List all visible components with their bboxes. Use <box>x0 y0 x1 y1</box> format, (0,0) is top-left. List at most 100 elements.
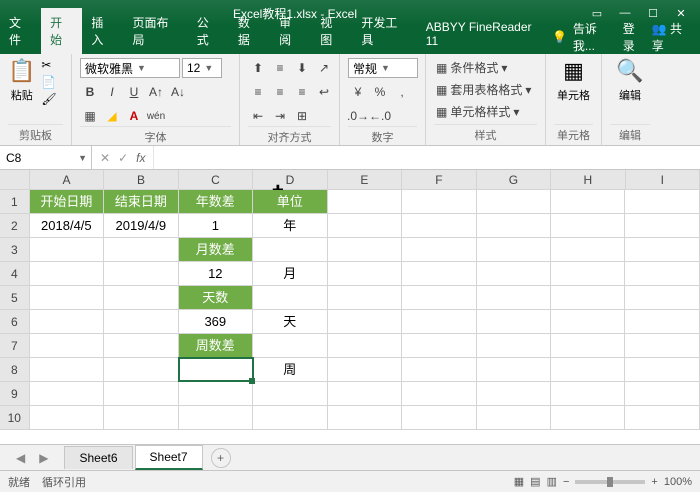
phonetic-button[interactable]: wén <box>146 106 166 126</box>
cell-c8[interactable] <box>179 358 253 381</box>
cell[interactable] <box>625 238 699 261</box>
cell[interactable] <box>402 382 476 405</box>
conditional-format-button[interactable]: ▦条件格式▾ <box>434 58 509 77</box>
cell-c6[interactable]: 369 <box>179 310 253 333</box>
cell[interactable] <box>104 310 178 333</box>
row-header[interactable]: 7 <box>0 334 30 357</box>
cell[interactable] <box>402 214 476 237</box>
increase-font-icon[interactable]: A↑ <box>146 82 166 102</box>
cell-c2[interactable]: 1 <box>179 214 253 237</box>
cell[interactable] <box>179 382 253 405</box>
row-header[interactable]: 8 <box>0 358 30 381</box>
cell[interactable] <box>328 214 402 237</box>
sheet-nav-next-icon[interactable]: ▶ <box>33 451 54 465</box>
view-break-icon[interactable]: ▥ <box>547 475 557 488</box>
cell[interactable] <box>477 214 551 237</box>
cell[interactable] <box>104 262 178 285</box>
login-link[interactable]: 登录 <box>623 20 646 54</box>
align-bottom-icon[interactable]: ⬇ <box>292 58 312 78</box>
formula-input[interactable] <box>154 146 700 169</box>
font-size-select[interactable]: 12▼ <box>182 58 222 78</box>
tell-me-text[interactable]: 告诉我... <box>573 20 617 54</box>
enter-formula-icon[interactable]: ✓ <box>118 151 128 165</box>
cells-icon[interactable]: ▦ <box>563 58 584 84</box>
zoom-out-button[interactable]: − <box>563 476 569 488</box>
cell[interactable] <box>30 382 104 405</box>
paste-icon[interactable]: 📋 <box>8 58 35 84</box>
copy-icon[interactable]: 📄 <box>41 75 56 89</box>
cell-d4[interactable]: 月 <box>253 262 327 285</box>
tab-insert[interactable]: 插入 <box>82 8 123 54</box>
cell[interactable] <box>402 190 476 213</box>
cell[interactable] <box>104 382 178 405</box>
cell-c3[interactable]: 月数差 <box>179 238 253 261</box>
cell[interactable] <box>625 286 699 309</box>
sheet-tab-sheet7[interactable]: Sheet7 <box>135 445 203 470</box>
tab-file[interactable]: 文件 <box>0 8 41 54</box>
cell[interactable] <box>328 310 402 333</box>
decrease-indent-icon[interactable]: ⇤ <box>248 106 268 126</box>
cell[interactable] <box>477 358 551 381</box>
cell-c7[interactable]: 周数差 <box>179 334 253 357</box>
share-button[interactable]: 👥 共享 <box>652 20 692 54</box>
view-normal-icon[interactable]: ▦ <box>514 475 524 488</box>
percent-icon[interactable]: % <box>370 82 390 102</box>
tab-formulas[interactable]: 公式 <box>188 8 229 54</box>
add-sheet-button[interactable]: + <box>211 448 231 468</box>
editing-icon[interactable]: 🔍 <box>616 58 643 84</box>
underline-button[interactable]: U <box>124 82 144 102</box>
cell[interactable] <box>477 286 551 309</box>
cell[interactable] <box>402 286 476 309</box>
cell[interactable] <box>179 406 253 429</box>
border-button[interactable]: ▦ <box>80 106 100 126</box>
cell[interactable] <box>625 262 699 285</box>
cut-icon[interactable]: ✂ <box>41 58 56 72</box>
cell[interactable] <box>253 334 327 357</box>
font-color-button[interactable]: A <box>124 106 144 126</box>
cell-d8[interactable]: 周 <box>253 358 327 381</box>
zoom-in-button[interactable]: + <box>651 476 657 488</box>
currency-icon[interactable]: ¥ <box>348 82 368 102</box>
name-box[interactable]: C8▼ <box>0 146 92 169</box>
cell[interactable] <box>253 406 327 429</box>
cell[interactable] <box>402 238 476 261</box>
cell[interactable] <box>551 358 625 381</box>
cell[interactable] <box>551 262 625 285</box>
cell[interactable] <box>30 238 104 261</box>
orientation-icon[interactable]: ↗ <box>314 58 334 78</box>
cell[interactable] <box>30 286 104 309</box>
cell[interactable] <box>477 334 551 357</box>
cell[interactable] <box>477 262 551 285</box>
cell[interactable] <box>328 238 402 261</box>
cell[interactable] <box>625 358 699 381</box>
increase-indent-icon[interactable]: ⇥ <box>270 106 290 126</box>
cell-b1[interactable]: 结束日期 <box>104 190 178 213</box>
cell[interactable] <box>477 310 551 333</box>
cell[interactable] <box>625 214 699 237</box>
zoom-level[interactable]: 100% <box>664 476 692 488</box>
merge-cells-icon[interactable]: ⊞ <box>292 106 312 126</box>
cell-b2[interactable]: 2019/4/9 <box>104 214 178 237</box>
cell[interactable] <box>477 382 551 405</box>
comma-icon[interactable]: , <box>392 82 412 102</box>
increase-decimal-icon[interactable]: .0→ <box>348 106 368 126</box>
decrease-decimal-icon[interactable]: ←.0 <box>370 106 390 126</box>
col-header-c[interactable]: C <box>179 170 253 189</box>
cell-d6[interactable]: 天 <box>253 310 327 333</box>
view-page-icon[interactable]: ▤ <box>530 475 540 488</box>
format-painter-icon[interactable]: 🖌 <box>41 92 56 106</box>
cell[interactable] <box>625 334 699 357</box>
bold-button[interactable]: B <box>80 82 100 102</box>
col-header-d[interactable]: D <box>253 170 327 189</box>
col-header-f[interactable]: F <box>402 170 476 189</box>
select-all-corner[interactable] <box>0 170 30 189</box>
wrap-text-icon[interactable]: ↩ <box>314 82 334 102</box>
cell[interactable] <box>104 358 178 381</box>
tab-view[interactable]: 视图 <box>311 8 352 54</box>
tab-abbyy[interactable]: ABBYY FineReader 11 <box>417 14 552 54</box>
cell[interactable] <box>253 238 327 261</box>
cell[interactable] <box>328 286 402 309</box>
row-header[interactable]: 6 <box>0 310 30 333</box>
row-header[interactable]: 9 <box>0 382 30 405</box>
italic-button[interactable]: I <box>102 82 122 102</box>
